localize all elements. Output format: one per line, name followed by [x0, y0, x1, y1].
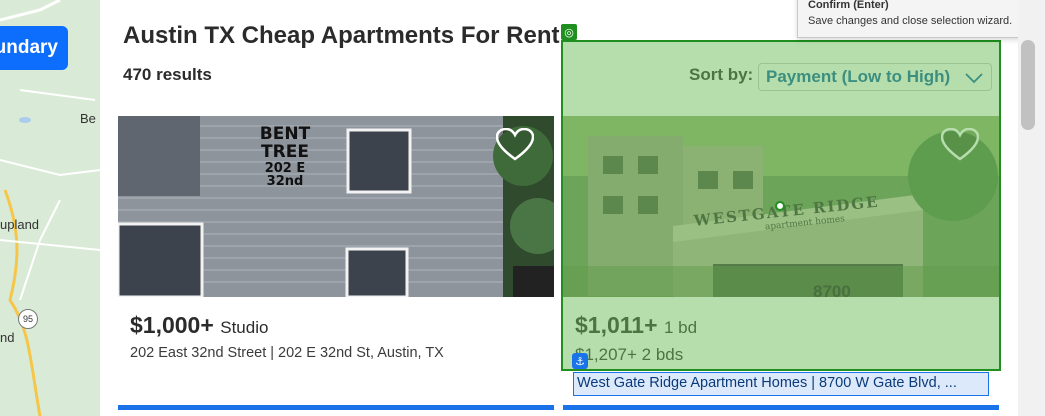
price-line: $1,000+ Studio — [130, 312, 268, 339]
draw-boundary-button[interactable]: undary — [0, 26, 68, 70]
tooltip-title: Confirm (Enter) — [808, 0, 889, 11]
card-bottom-bar — [118, 405, 554, 410]
scrollbar-thumb[interactable] — [1021, 40, 1035, 130]
building-sign: BENT TREE 202 E 32nd — [248, 125, 322, 190]
sign-text: TREE — [261, 141, 309, 162]
anchor-icon[interactable]: ⚓ — [572, 353, 588, 369]
listing-address[interactable]: West Gate Ridge Apartment Homes | 8700 W… — [573, 372, 989, 396]
highway-shield: 95 — [18, 309, 38, 329]
results-count: 470 results — [123, 65, 212, 84]
building-photo — [118, 116, 554, 297]
listing-card[interactable]: BENT TREE 202 E 32nd $1,000+ Studio 202 … — [118, 116, 554, 416]
map-label: Be — [80, 111, 96, 126]
target-icon[interactable]: ◎ — [561, 24, 577, 40]
selection-point-marker — [775, 201, 785, 211]
map[interactable]: undary Be upland nd 95 — [0, 0, 100, 416]
bed-count: Studio — [220, 318, 269, 337]
tooltip: Confirm (Enter) Save changes and close s… — [797, 0, 1037, 38]
sign-text: 32nd — [266, 174, 304, 190]
listing-address[interactable]: 202 East 32nd Street | 202 E 32nd St, Au… — [130, 345, 444, 361]
card-bottom-bar — [563, 405, 999, 410]
heart-icon[interactable] — [496, 128, 534, 162]
map-label: nd — [0, 330, 15, 345]
tooltip-text: Save changes and close selection wizard. — [808, 15, 1013, 27]
scrollbar[interactable] — [1018, 0, 1045, 416]
page-title: Austin TX Cheap Apartments For Rent — [123, 22, 560, 49]
sign-text: 202 E — [264, 160, 306, 176]
listing-photo[interactable]: BENT TREE 202 E 32nd — [118, 116, 554, 297]
screen: undary Be upland nd 95 Austin TX Cheap A… — [0, 0, 1045, 416]
map-label: upland — [0, 217, 40, 232]
price: $1,000+ — [130, 312, 214, 338]
